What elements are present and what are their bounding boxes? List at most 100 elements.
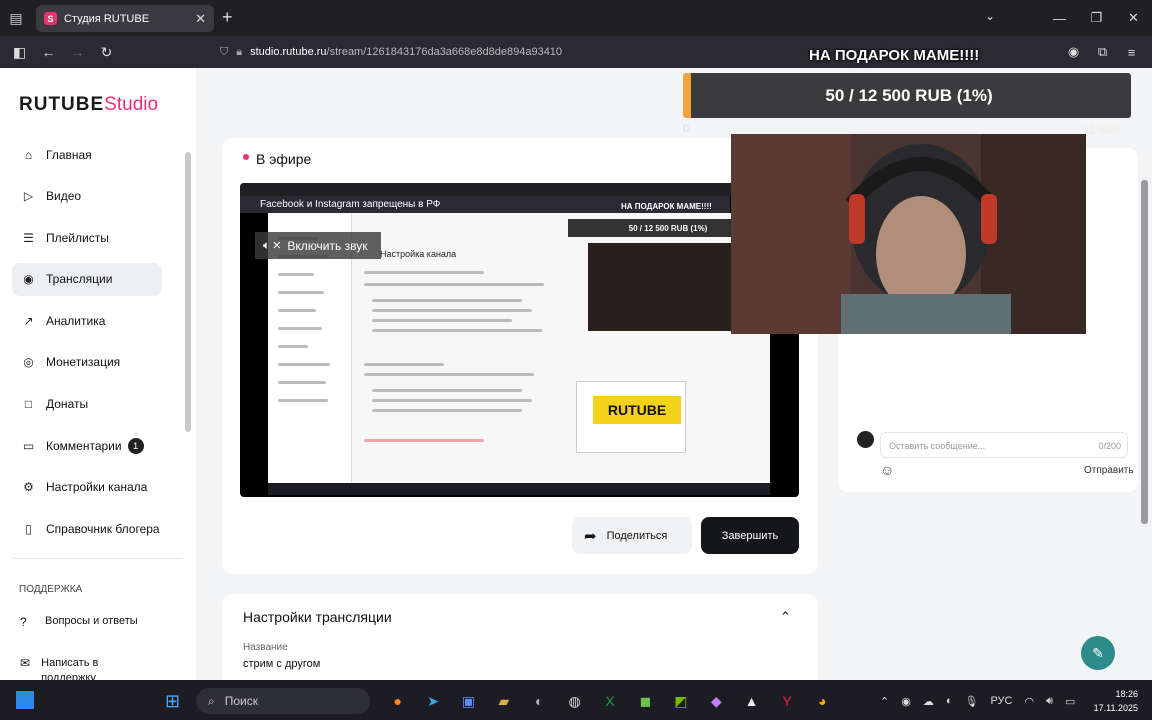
chat-input[interactable]: Оставить сообщение... 0/200 [880,432,1128,458]
live-label: В эфире [256,151,312,167]
support-item-write[interactable]: ✉ Написать в поддержку [20,656,130,680]
tab-title: Студия RUTUBE [64,12,150,25]
wifi-icon[interactable]: ◠ [1024,695,1034,708]
help-chat-icon[interactable]: ✎ [1081,636,1115,670]
battery-icon[interactable]: ▭ [1065,695,1075,708]
volume-icon[interactable]: 🔊︎ [1046,695,1053,708]
taskbar-search[interactable]: ⌕ Поиск [196,688,370,714]
embedded-tabbar [240,183,799,196]
reload-icon[interactable]: ↻ [92,36,121,68]
app-icon[interactable]: ▣ [451,688,486,714]
microphone-icon[interactable]: 🎙︎ [964,695,978,708]
video-icon: ▷ [23,189,34,204]
url-path: /stream/1261843176da3a668e8d8de894a93410 [326,46,563,58]
settings-icon: ⚙ [23,480,34,495]
nvidia-icon[interactable]: ◩ [663,688,698,714]
analytics-icon: ↗ [23,313,34,328]
maximize-icon[interactable]: ❐ [1078,0,1115,36]
obs-icon[interactable]: ◍ [557,688,592,714]
emoji-icon[interactable]: ☺ [880,462,894,478]
forward-icon[interactable]: → [63,36,92,68]
support-item-label: Вопросы и ответы [45,615,138,627]
sidebar-item-home[interactable]: ⌂ Главная [12,138,162,171]
steam-tray-icon[interactable]: ◐ [946,695,953,707]
tray-app-icon[interactable]: ◉ [901,695,911,708]
sidebar-item-video[interactable]: ▷ Видео [12,180,162,213]
sidebar-item-monetization[interactable]: ◎ Монетизация [12,346,162,379]
close-tab-icon[interactable]: ✕ [195,11,206,27]
sidebar-item-broadcasts[interactable]: ◉ Трансляции [12,262,162,296]
speaker-icon: 🔈︎ [263,238,271,252]
tab-list-icon[interactable]: ▤ [0,0,32,36]
stream-player[interactable]: Facebook и Instagram запрещены в РФ Наст… [240,183,799,497]
sidebar-item-playlists[interactable]: ☰ Плейлисты [12,221,162,254]
playlist-icon: ☰ [23,230,34,245]
chevron-up-icon[interactable]: ⌃ [880,695,889,708]
home-icon: ⌂ [24,147,33,162]
webcam-overlay [731,134,1086,334]
logo-studio: Studio [104,94,159,115]
donation-progress-text: 50 / 12 500 RUB (1%) [825,85,993,105]
clock-date: 17.11.2025 [1093,703,1138,713]
sidebar-scrollbar[interactable] [185,152,191,432]
rutube-studio-logo[interactable]: RUTUBEStudio [19,94,158,116]
game-icon[interactable]: ◆ [699,688,734,714]
donation-max-label: 12 500 [1082,123,1119,137]
windows-start-icon[interactable]: ⊞ [165,691,180,712]
chevron-down-icon[interactable]: ⌄ [985,9,995,23]
telegram-icon[interactable]: ➤ [415,688,450,714]
address-bar[interactable]: ⛉ 🔒︎ studio.rutube.ru/stream/1261843176d… [214,40,784,64]
unmute-button[interactable]: 🔈︎ ✕ Включить звук [255,232,381,259]
extensions-icon[interactable]: ⧉ [1088,36,1117,68]
lock-icon: 🔒︎ [236,45,243,58]
sidebar-toggle-icon[interactable]: ◧ [5,36,34,68]
sidebar-item-channel-settings[interactable]: ⚙ Настройки канала [12,471,162,504]
logo-main: RUTUBE [19,94,105,115]
new-tab-button[interactable]: + [222,7,233,28]
name-value[interactable]: стрим с другом [243,658,320,670]
chevron-up-icon[interactable]: ⌃ [780,609,791,625]
question-icon: ? [20,615,27,629]
language-indicator[interactable]: РУС [990,695,1012,707]
sidebar-divider [12,558,182,559]
share-button[interactable]: ➦ Поделиться [572,517,692,554]
sidebar: RUTUBEStudio ⌂ Главная ▷ Видео ☰ Плейлисты … [0,68,196,680]
menu-icon[interactable]: ≡ [1117,36,1146,68]
cloud-icon[interactable]: ☁ [923,695,934,708]
inkscape-icon[interactable]: ▲ [734,688,769,714]
send-button[interactable]: Отправить [1084,465,1134,476]
page-scrollbar[interactable] [1141,180,1148,524]
sidebar-item-comments[interactable]: ▭ Комментарии 1 [12,429,162,462]
support-item-label: Написать в поддержку [41,657,99,680]
app-tile-icon[interactable] [16,691,34,709]
sidebar-item-blogger-guide[interactable]: ▯ Справочник блогера [12,512,162,545]
close-window-icon[interactable]: ✕ [1115,0,1152,36]
end-stream-button[interactable]: Завершить [701,517,799,554]
minimize-icon[interactable]: — [1041,0,1078,36]
sidebar-item-label: Плейлисты [46,230,109,245]
chat-counter: 0/200 [1098,441,1121,451]
back-icon[interactable]: ← [34,36,63,68]
clock[interactable]: 18:26 17.11.2025 [1090,687,1138,715]
support-item-faq[interactable]: ? Вопросы и ответы [20,615,138,629]
shield-icon: ⛉ [220,45,229,58]
steam-icon[interactable]: ◐ [522,688,557,714]
excel-icon[interactable]: X [592,688,627,714]
embedded-webcam [588,243,733,331]
browser-tab[interactable]: S Студия RUTUBE ✕ [36,5,214,32]
system-tray: ⌃ ◉ ☁ ◐ 🎙︎ РУС ◠ 🔊︎ ▭ [880,688,1087,714]
unmute-label: Включить звук [287,238,368,253]
minecraft-icon[interactable]: ◼ [628,688,663,714]
chrome-icon[interactable]: ◕ [805,688,840,714]
muted-x-icon: ✕ [272,240,282,252]
webcam-image [731,134,1086,334]
folder-icon[interactable]: ▰ [486,688,521,714]
share-icon: ➦ [584,527,597,545]
sidebar-item-donates[interactable]: □ Донаты [12,388,162,421]
sidebar-item-analytics[interactable]: ↗ Аналитика [12,304,162,337]
account-icon[interactable]: ◉ [1059,36,1088,68]
donation-progress-bar: 50 / 12 500 RUB (1%) [683,73,1131,118]
firefox-icon[interactable]: ● [380,688,415,714]
yandex-icon[interactable]: Y [769,688,804,714]
donation-min-label: 0 [683,123,690,135]
